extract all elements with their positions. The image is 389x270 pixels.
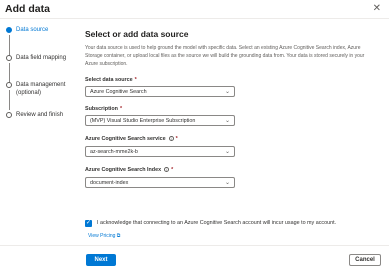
close-icon[interactable]: ✕ (373, 3, 381, 14)
step-dot-icon (6, 112, 12, 118)
subscription-label: Subscription * (85, 106, 122, 112)
step-dot-icon (6, 82, 12, 88)
subscription-value: (MVP) Visual Studio Enterprise Subscript… (90, 118, 196, 124)
data-source-value: Azure Cognitive Search (90, 89, 147, 95)
search-service-label: Azure Cognitive Search service i * (85, 136, 178, 142)
step-connector (8, 63, 10, 83)
chevron-down-icon: ⌄ (224, 118, 230, 124)
required-marker: * (175, 136, 178, 142)
info-icon[interactable]: i (168, 136, 174, 142)
required-marker: * (134, 77, 137, 83)
required-marker: * (171, 167, 174, 173)
view-pricing-link[interactable]: View Pricing ⧉ (88, 233, 120, 239)
footer-divider (0, 245, 389, 246)
cancel-button[interactable]: Cancel (349, 254, 381, 266)
step-connector (8, 35, 10, 57)
subscription-label-text: Subscription (85, 106, 118, 112)
data-source-label: Select data source * (85, 77, 137, 83)
data-source-label-text: Select data source (85, 77, 133, 83)
chevron-down-icon: ⌄ (224, 180, 230, 186)
search-index-label: Azure Cognitive Search Index i * (85, 167, 173, 173)
search-service-label-text: Azure Cognitive Search service (85, 136, 166, 142)
search-index-dropdown[interactable]: document-index ⌄ (85, 177, 235, 188)
info-icon[interactable]: i (164, 167, 170, 173)
add-data-dialog: Add data ✕ Data source Data field mappin… (0, 0, 389, 270)
search-index-value: document-index (90, 180, 129, 186)
required-marker: * (119, 106, 123, 112)
data-source-dropdown[interactable]: Azure Cognitive Search ⌄ (85, 86, 235, 97)
step-label: Data field mapping (16, 55, 67, 61)
step-label: Data management (16, 82, 66, 88)
chevron-down-icon: ⌄ (224, 89, 230, 95)
search-service-dropdown[interactable]: az-search-mme2k-b ⌄ (85, 146, 235, 157)
section-title: Select or add data source (85, 29, 189, 39)
search-index-label-text: Azure Cognitive Search Index (85, 167, 162, 173)
dialog-title: Add data (5, 3, 50, 15)
next-button[interactable]: Next (86, 254, 116, 266)
acknowledge-checkbox[interactable]: ✓ (85, 220, 92, 227)
header-divider (0, 18, 389, 19)
step-connector (8, 90, 10, 110)
step-sublabel: (optional) (16, 90, 42, 96)
step-dot-icon (6, 55, 12, 61)
search-service-value: az-search-mme2k-b (90, 149, 138, 155)
step-label: Data source (16, 27, 49, 33)
chevron-down-icon: ⌄ (224, 149, 230, 155)
section-description: Your data source is used to help ground … (85, 45, 365, 67)
step-active-dot-icon (6, 27, 12, 33)
step-label: Review and finish (16, 112, 64, 118)
subscription-dropdown[interactable]: (MVP) Visual Studio Enterprise Subscript… (85, 115, 235, 126)
acknowledge-text: I acknowledge that connecting to an Azur… (97, 220, 337, 226)
